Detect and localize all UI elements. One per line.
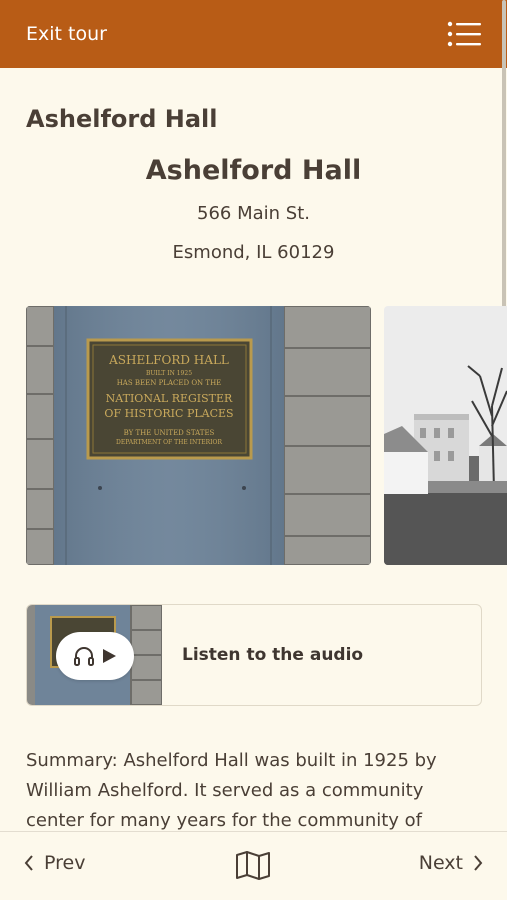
exit-tour-button[interactable]: Exit tour	[26, 23, 107, 45]
address-line-2: Esmond, IL 60129	[172, 242, 335, 263]
play-icon	[103, 649, 116, 663]
next-label: Next	[418, 852, 463, 874]
gallery-photo-street[interactable]	[384, 306, 507, 565]
prev-label: Prev	[44, 852, 86, 874]
chevron-left-icon	[24, 855, 33, 871]
prev-button[interactable]: Prev	[24, 852, 85, 874]
plaque-line-6: DEPARTMENT OF THE INTERIOR	[116, 439, 222, 446]
audio-card[interactable]: Listen to the audio	[26, 604, 482, 706]
page-title: Ashelford Hall	[26, 105, 218, 133]
bottom-nav: Prev Next	[0, 831, 507, 900]
chevron-right-icon	[474, 855, 483, 871]
audio-label: Listen to the audio	[182, 645, 364, 665]
top-bar: Exit tour	[0, 0, 507, 68]
headphones-icon	[74, 647, 94, 666]
list-menu-icon[interactable]	[447, 20, 481, 48]
map-icon[interactable]	[235, 850, 271, 880]
plaque-line-5: BY THE UNITED STATES	[124, 429, 215, 437]
audio-thumbnail	[27, 605, 162, 705]
plaque-title: ASHELFORD HALL	[108, 353, 229, 367]
plaque-line-3: NATIONAL REGISTER	[106, 392, 233, 405]
audio-play-button[interactable]	[56, 632, 134, 680]
site-name: Ashelford Hall	[145, 155, 362, 186]
plaque-line-2: HAS BEEN PLACED ON THE	[117, 379, 222, 387]
next-button[interactable]: Next	[419, 852, 483, 874]
plaque-line-4: OF HISTORIC PLACES	[104, 407, 233, 420]
address-line-1: 566 Main St.	[197, 203, 310, 224]
gallery-photo-plaque[interactable]: ASHELFORD HALL BUILT IN 1925 HAS BEEN PL…	[26, 306, 371, 565]
plaque-line-1: BUILT IN 1925	[146, 370, 192, 377]
